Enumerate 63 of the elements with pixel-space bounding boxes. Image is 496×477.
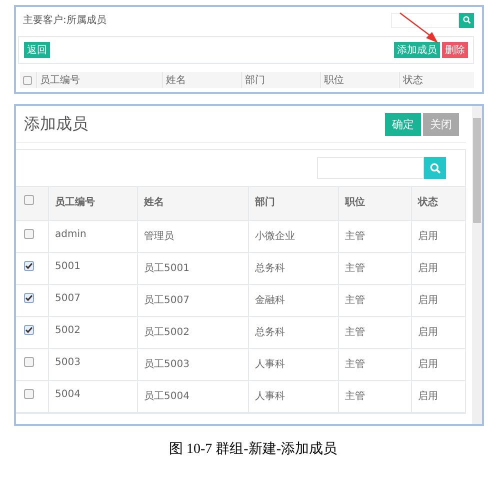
scrollbar[interactable] xyxy=(472,106,482,424)
column-header: 职位 xyxy=(324,74,344,87)
checkbox[interactable] xyxy=(24,229,34,239)
table-cell: 员工5001 xyxy=(144,263,190,274)
column-header: 职位 xyxy=(345,197,365,208)
table-cell: 主管 xyxy=(345,263,365,274)
checkbox[interactable] xyxy=(24,293,34,303)
table-cell: admin xyxy=(55,229,86,240)
table-cell: 主管 xyxy=(345,391,365,402)
checkbox[interactable] xyxy=(24,389,34,399)
table-cell: 小微企业 xyxy=(255,231,295,242)
search-field[interactable] xyxy=(317,157,424,179)
table-cell: 总务科 xyxy=(255,263,285,274)
table-cell: 管理员 xyxy=(144,231,174,242)
delete-button[interactable]: 删除 xyxy=(442,42,468,58)
confirm-button[interactable]: 确定 xyxy=(385,112,421,136)
table-cell: 启用 xyxy=(418,231,438,242)
checkbox[interactable] xyxy=(24,325,34,335)
search-icon xyxy=(462,16,470,24)
table-cell: 5007 xyxy=(55,293,80,304)
table-cell: 主管 xyxy=(345,231,365,242)
table-cell: 总务科 xyxy=(255,327,285,338)
column-header: 姓名 xyxy=(144,197,164,208)
search-button[interactable] xyxy=(459,12,474,28)
column-header: 部门 xyxy=(255,197,275,208)
table-cell: 主管 xyxy=(345,295,365,306)
annotation-arrow xyxy=(398,11,439,44)
table-cell: 5002 xyxy=(55,325,80,336)
dialog-title: 添加成员 xyxy=(24,114,88,134)
column-header: 部门 xyxy=(245,74,265,87)
table-cell: 5001 xyxy=(55,261,80,272)
add-member-button[interactable]: 添加成员 xyxy=(394,42,440,58)
table-cell: 金融科 xyxy=(255,295,285,306)
table-cell: 主管 xyxy=(345,327,365,338)
column-header: 员工编号 xyxy=(55,197,95,208)
table-cell: 人事科 xyxy=(255,391,285,402)
checkbox[interactable] xyxy=(23,76,32,84)
panel-title: 主要客户:所属成员 xyxy=(23,14,106,27)
table-cell: 启用 xyxy=(418,263,438,274)
table-cell: 员工5003 xyxy=(144,359,190,370)
column-header: 状态 xyxy=(418,197,438,208)
search-button[interactable] xyxy=(424,157,446,179)
table-cell: 员工5007 xyxy=(144,295,190,306)
column-header: 姓名 xyxy=(166,74,186,87)
back-button[interactable]: 返回 xyxy=(24,42,50,58)
column-header: 员工编号 xyxy=(40,74,80,87)
table-cell: 人事科 xyxy=(255,359,285,370)
table-cell: 员工5002 xyxy=(144,327,190,338)
search-field[interactable] xyxy=(391,12,459,28)
checkbox[interactable] xyxy=(24,261,34,271)
table-cell: 启用 xyxy=(418,327,438,338)
table-cell: 5004 xyxy=(55,389,80,400)
figure-caption: 图 10-7 群组-新建-添加成员 xyxy=(168,440,338,458)
table-cell: 员工5004 xyxy=(144,391,190,402)
table-cell: 5003 xyxy=(55,357,80,368)
column-header: 状态 xyxy=(403,74,423,87)
checkbox[interactable] xyxy=(24,357,34,367)
table-cell: 启用 xyxy=(418,391,438,402)
checkbox[interactable] xyxy=(24,195,34,205)
search-icon xyxy=(430,162,440,174)
table-cell: 启用 xyxy=(418,359,438,370)
table-cell: 主管 xyxy=(345,359,365,370)
table-cell: 启用 xyxy=(418,295,438,306)
